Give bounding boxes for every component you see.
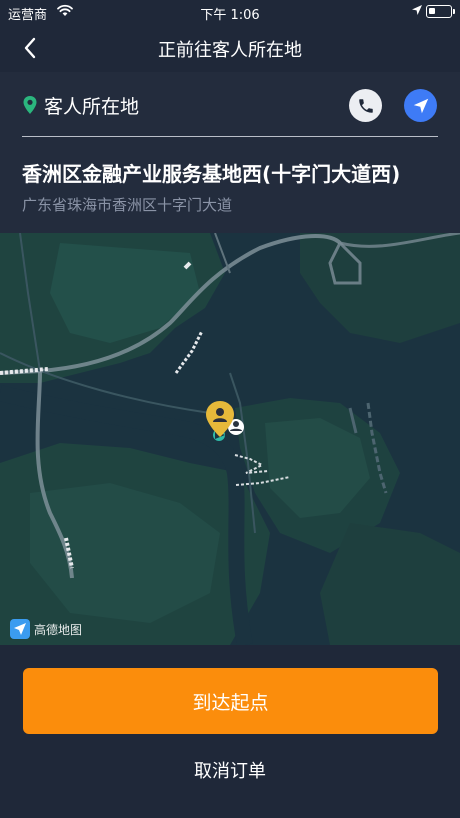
phone-icon (358, 98, 373, 113)
navigation-arrow-icon (413, 98, 428, 113)
location-pin-icon (22, 95, 38, 115)
address-title: 香洲区金融产业服务基地西(十字门大道西) (22, 162, 401, 186)
app-screen: 运营商 下午 1:06 正前往客人所在地 客人所在地 香洲区金融产业服务基地西(… (0, 0, 460, 818)
location-arrow-icon (411, 4, 423, 20)
cancel-order-button[interactable]: 取消订单 (0, 757, 460, 783)
status-bar: 运营商 下午 1:06 (0, 0, 460, 24)
map-provider-logo: 高德地图 (10, 619, 82, 639)
customer-location-label: 客人所在地 (44, 95, 140, 118)
page-title: 正前往客人所在地 (158, 40, 302, 61)
map-provider-label: 高德地图 (34, 622, 83, 637)
address-detail: 广东省珠海市香洲区十字门大道 (22, 196, 233, 214)
map-view[interactable]: 高德地图 (0, 233, 460, 645)
battery-icon (426, 5, 455, 18)
nav-bar: 正前往客人所在地 (0, 24, 460, 72)
customer-location-row: 客人所在地 (22, 90, 139, 120)
amap-logo-icon (10, 619, 30, 639)
customer-marker-icon (204, 399, 236, 439)
location-panel: 客人所在地 香洲区金融产业服务基地西(十字门大道西) 广东省珠海市香洲区十字门大… (0, 72, 460, 233)
divider (22, 136, 438, 137)
status-time: 下午 1:06 (200, 8, 260, 23)
call-customer-button[interactable] (349, 89, 382, 122)
map-canvas (0, 233, 460, 645)
navigate-button[interactable] (404, 89, 437, 122)
arrive-start-button[interactable]: 到达起点 (23, 668, 438, 734)
